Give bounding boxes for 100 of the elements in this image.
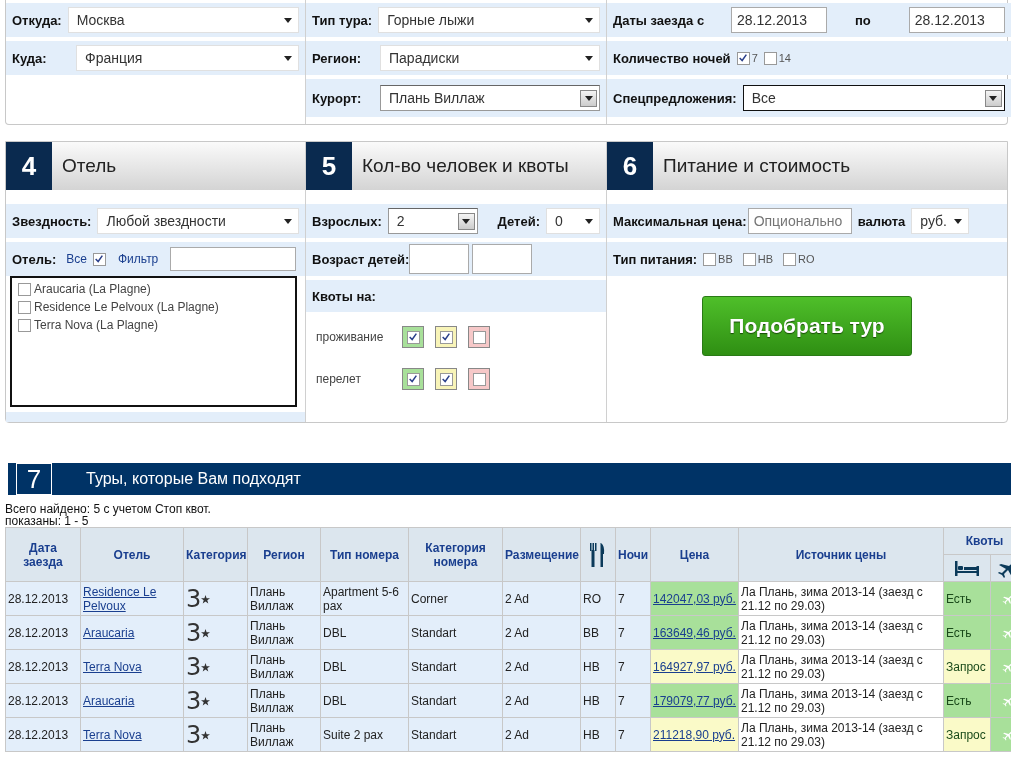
hotel-category: 3 bbox=[186, 659, 202, 674]
quota-status: Есть bbox=[943, 581, 991, 616]
table-cell: Ла Плань, зима 2013-14 (заезд с 21.12 по 29.03) bbox=[738, 615, 944, 650]
column-header: Ночи bbox=[615, 527, 651, 582]
adults-dropdown[interactable]: 2 bbox=[387, 208, 478, 234]
column-header: Источник цены bbox=[738, 527, 944, 582]
region-dropdown[interactable]: Парадиски bbox=[380, 45, 600, 71]
column-header: Тип номера bbox=[320, 527, 409, 582]
field-label: Отель: bbox=[12, 251, 57, 267]
section-title: Питание и стоимость bbox=[653, 142, 1007, 190]
children-dropdown[interactable]: 0 bbox=[546, 208, 600, 234]
section-title: Туры, которые Вам подходят bbox=[86, 470, 301, 488]
table-cell: 28.12.2013 bbox=[5, 683, 81, 718]
table-cell: Плань Виллаж bbox=[247, 615, 321, 650]
checkbox[interactable] bbox=[783, 252, 797, 266]
currency-dropdown[interactable]: руб. bbox=[911, 208, 970, 234]
field-label: Регион: bbox=[312, 50, 363, 66]
special-offers-dropdown[interactable]: Все bbox=[742, 85, 1005, 111]
quota-label: перелет bbox=[316, 372, 362, 386]
field-label: по bbox=[855, 12, 871, 28]
table-cell: 2 Ad bbox=[502, 683, 581, 718]
hotel-category: 3 bbox=[186, 693, 202, 708]
field-label: Курорт: bbox=[312, 90, 363, 106]
hotel-category: 3 bbox=[186, 727, 202, 742]
field-label: Тип тура: bbox=[312, 12, 373, 28]
results-shown: показаны: 1 - 5 bbox=[5, 515, 90, 527]
checkbox[interactable] bbox=[763, 51, 777, 65]
all-link[interactable]: Все bbox=[66, 252, 87, 266]
column-header: Отель bbox=[80, 527, 184, 582]
quota-status: Есть bbox=[943, 683, 991, 718]
table-cell: Standart bbox=[408, 717, 503, 752]
table-cell: Плань Виллаж bbox=[247, 717, 321, 752]
table-cell: Ла Плань, зима 2013-14 (заезд с 21.12 по 29.03) bbox=[738, 581, 944, 616]
column-header: Регион bbox=[247, 527, 321, 582]
table-cell: Suite 2 pax bbox=[320, 717, 409, 752]
checkbox[interactable] bbox=[18, 282, 31, 296]
table-cell: 2 Ad bbox=[502, 615, 581, 650]
table-cell: Standart bbox=[408, 649, 503, 684]
option-label: RO bbox=[798, 253, 815, 265]
checkbox[interactable] bbox=[703, 252, 717, 266]
table-cell: 28.12.2013 bbox=[5, 615, 81, 650]
destination-dropdown[interactable]: Франция bbox=[76, 45, 299, 71]
checkbox[interactable] bbox=[736, 51, 750, 65]
date-field[interactable]: 28.12.2013 bbox=[908, 7, 1005, 33]
table-cell: Плань Виллаж bbox=[247, 683, 321, 718]
table-cell: Apartment 5-6 pax bbox=[320, 581, 409, 616]
price-link[interactable]: 164927,97 руб. bbox=[653, 659, 736, 674]
checkbox[interactable] bbox=[18, 300, 31, 314]
price-link[interactable]: 179079,77 руб. bbox=[653, 693, 736, 708]
resort-dropdown[interactable]: Плань Виллаж bbox=[380, 85, 600, 111]
field-label: Откуда: bbox=[12, 12, 62, 28]
step-number: 6 bbox=[607, 142, 653, 190]
step-number: 7 bbox=[16, 463, 52, 495]
field-label: валюта bbox=[857, 213, 906, 229]
option-label: BB bbox=[718, 253, 733, 265]
departure-dropdown[interactable]: Москва bbox=[67, 7, 299, 33]
field-label: Взрослых: bbox=[312, 213, 382, 229]
max-price-field[interactable]: Опционально bbox=[747, 208, 852, 234]
column-header: Квоты bbox=[943, 527, 1011, 555]
hotel-option[interactable]: Terra Nova (La Plagne) bbox=[34, 318, 159, 332]
price-link[interactable]: 163649,46 руб. bbox=[653, 625, 736, 640]
table-cell: 28.12.2013 bbox=[5, 717, 81, 752]
table-cell: 28.12.2013 bbox=[5, 581, 81, 616]
field-label: Даты заезда с bbox=[613, 12, 706, 28]
column-header: Размещение bbox=[502, 527, 581, 582]
star-rating-dropdown[interactable]: Любой звездности bbox=[97, 208, 299, 234]
caret-icon bbox=[284, 17, 292, 23]
field-label: Спецпредложения: bbox=[613, 90, 737, 106]
checkmark-icon bbox=[441, 374, 451, 384]
field-label: Звездность: bbox=[12, 213, 92, 229]
hotel-option[interactable]: Araucaria (La Plagne) bbox=[34, 282, 151, 296]
filter-field[interactable] bbox=[170, 247, 297, 271]
filter-link[interactable]: Фильтр bbox=[118, 252, 159, 266]
checkbox[interactable] bbox=[18, 318, 31, 332]
caret-icon bbox=[954, 218, 963, 224]
price-link[interactable]: 211218,90 руб. bbox=[653, 727, 736, 742]
bed-icon bbox=[955, 560, 979, 576]
table-cell: 2 Ad bbox=[502, 581, 581, 616]
table-cell: Ла Плань, зима 2013-14 (заезд с 21.12 по 29.03) bbox=[738, 649, 944, 684]
checkbox[interactable] bbox=[93, 252, 106, 266]
section-title: Отель bbox=[52, 142, 305, 190]
star-icon bbox=[201, 594, 211, 604]
checkbox[interactable] bbox=[742, 252, 756, 266]
field-label: Максимальная цена: bbox=[613, 213, 747, 229]
date-field[interactable]: 28.12.2013 bbox=[731, 7, 827, 33]
quota-status: Запрос bbox=[943, 717, 991, 752]
checkmark-icon bbox=[94, 254, 105, 264]
table-cell: Standart bbox=[408, 683, 503, 718]
table-cell: DBL bbox=[320, 649, 409, 684]
table-cell: 2 Ad bbox=[502, 717, 581, 752]
price-link[interactable]: 142047,03 руб. bbox=[653, 591, 736, 606]
field-label: Куда: bbox=[12, 50, 48, 66]
age-field[interactable] bbox=[472, 244, 533, 274]
age-field[interactable] bbox=[409, 244, 470, 274]
step-number: 5 bbox=[306, 142, 352, 190]
tour-type-dropdown[interactable]: Горные лыжи bbox=[378, 7, 600, 33]
hotel-option[interactable]: Residence Le Pelvoux (La Plagne) bbox=[34, 300, 219, 314]
field-label: Количество ночей bbox=[613, 50, 731, 66]
field-label: Тип питания: bbox=[613, 251, 698, 267]
table-cell: Ла Плань, зима 2013-14 (заезд с 21.12 по 29.03) bbox=[738, 683, 944, 718]
